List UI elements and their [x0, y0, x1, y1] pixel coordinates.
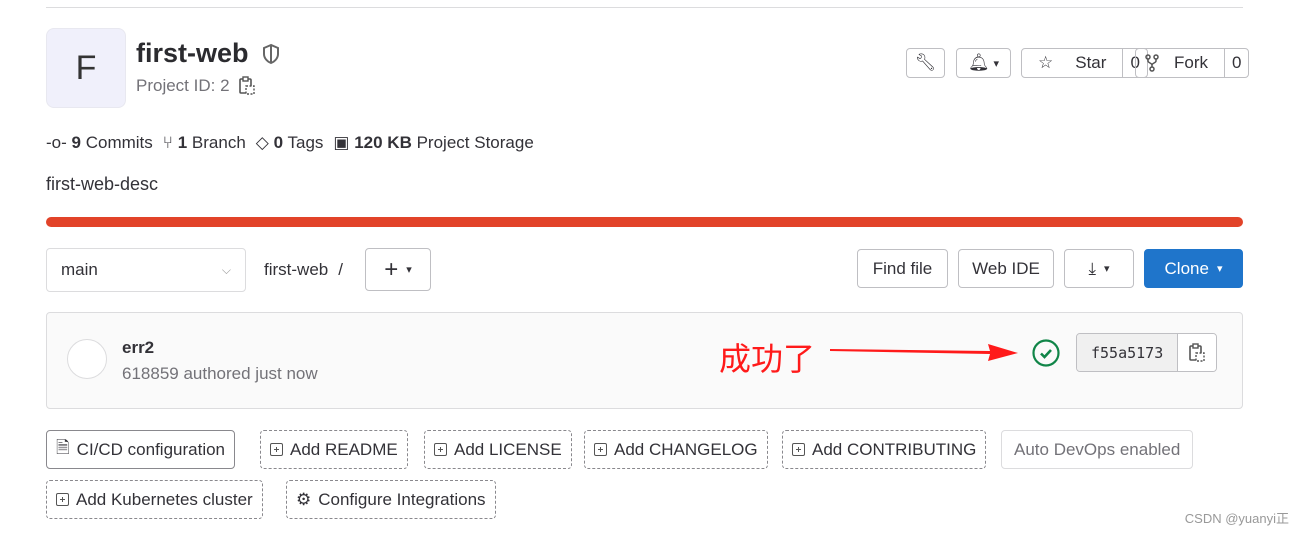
- bell-icon: 🔔︎: [967, 53, 990, 72]
- breadcrumb: first-web /: [264, 260, 343, 280]
- breadcrumb-project[interactable]: first-web: [264, 260, 328, 280]
- author-avatar[interactable]: [67, 339, 107, 379]
- settings-button[interactable]: 🔧︎: [906, 48, 945, 78]
- web-ide-button[interactable]: Web IDE: [958, 249, 1054, 288]
- clone-button[interactable]: Clone ▾: [1144, 249, 1243, 288]
- tags-link[interactable]: ◇ 0 Tags: [256, 133, 324, 153]
- plus-square-icon: [56, 493, 69, 506]
- download-button[interactable]: ⤓ ▾: [1064, 249, 1134, 288]
- tag-icon: ◇: [255, 133, 269, 152]
- plus-square-icon: [434, 443, 447, 456]
- pipeline-success-icon[interactable]: [1031, 338, 1061, 368]
- commit-meta: 618859 authored just now: [122, 364, 318, 383]
- annotation-arrow-icon: [830, 344, 1018, 361]
- configure-integrations-button[interactable]: ⚙ Configure Integrations: [286, 480, 496, 519]
- branch-icon: ⑂: [162, 133, 173, 152]
- plus-square-icon: [270, 443, 283, 456]
- commit-title[interactable]: err2: [122, 338, 154, 358]
- copy-icon[interactable]: [238, 76, 256, 96]
- plus-icon: +: [384, 255, 399, 283]
- project-stats: -o- 9 Commits ⑂ 1 Branch ◇ 0 Tags ▣ 120 …: [46, 133, 534, 153]
- project-name: first-web: [136, 38, 249, 68]
- chevron-down-icon: ▾: [993, 57, 1000, 70]
- clone-label: Clone: [1164, 258, 1209, 278]
- add-contributing-button[interactable]: Add CONTRIBUTING: [782, 430, 987, 469]
- project-avatar: F: [46, 28, 126, 108]
- copy-sha-button[interactable]: [1177, 334, 1217, 371]
- chevron-down-icon: ▾: [1216, 263, 1223, 275]
- add-kubernetes-cluster-button[interactable]: Add Kubernetes cluster: [46, 480, 263, 519]
- divider: [46, 7, 1243, 8]
- fork-button[interactable]: Fork 0: [1135, 48, 1250, 78]
- watermark: CSDN @yuanyi正: [1184, 511, 1289, 526]
- add-dropdown-button[interactable]: + ▾: [365, 248, 431, 291]
- find-file-button[interactable]: Find file: [857, 249, 948, 288]
- fork-icon: [1145, 54, 1159, 72]
- notifications-button[interactable]: 🔔︎ ▾: [956, 48, 1011, 78]
- annotation-text: 成功了: [719, 340, 816, 378]
- file-icon: 🗎︎: [56, 438, 70, 457]
- chevron-down-icon: ⌵: [221, 262, 231, 277]
- branch-name: main: [61, 260, 98, 279]
- auto-devops-button[interactable]: Auto DevOps enabled: [1001, 430, 1194, 469]
- add-license-button[interactable]: Add LICENSE: [424, 430, 572, 469]
- language-bar: [46, 217, 1243, 227]
- add-changelog-button[interactable]: Add CHANGELOG: [584, 430, 768, 469]
- wrench-icon: 🔧︎: [914, 53, 937, 72]
- commit-sha-group: f55a5173: [1076, 333, 1218, 372]
- star-label: Star: [1075, 53, 1107, 72]
- fork-label: Fork: [1174, 53, 1208, 72]
- chevron-down-icon: ▾: [406, 264, 412, 276]
- fork-count[interactable]: 0: [1224, 49, 1248, 77]
- star-button[interactable]: ☆ Star 0: [1021, 48, 1148, 78]
- gear-icon: ⚙: [296, 489, 312, 509]
- cicd-configuration-button[interactable]: 🗎︎ CI/CD configuration: [46, 430, 236, 469]
- commit-sha[interactable]: f55a5173: [1077, 334, 1178, 371]
- last-commit: [46, 312, 1243, 409]
- storage-icon: ▣: [333, 133, 350, 152]
- add-readme-button[interactable]: Add README: [260, 430, 408, 469]
- project-title: first-web: [136, 38, 281, 69]
- shield-icon: [262, 43, 279, 64]
- commits-link[interactable]: -o- 9 Commits: [46, 133, 153, 153]
- branch-select[interactable]: main ⌵: [46, 248, 246, 292]
- download-icon: ⤓: [1088, 258, 1096, 278]
- branches-link[interactable]: ⑂ 1 Branch: [163, 133, 246, 153]
- project-id-text: Project ID: 2: [136, 76, 230, 95]
- breadcrumb-separator: /: [338, 260, 343, 279]
- plus-square-icon: [792, 443, 805, 456]
- project-description: first-web-desc: [46, 174, 159, 194]
- commit-icon: -o-: [46, 133, 67, 152]
- plus-square-icon: [594, 443, 607, 456]
- chevron-down-icon: ▾: [1103, 263, 1110, 275]
- storage-link[interactable]: ▣ 120 KB Project Storage: [333, 133, 533, 153]
- project-id: Project ID: 2: [136, 76, 256, 96]
- star-icon: ☆: [1038, 53, 1054, 72]
- copy-icon: [1189, 342, 1205, 362]
